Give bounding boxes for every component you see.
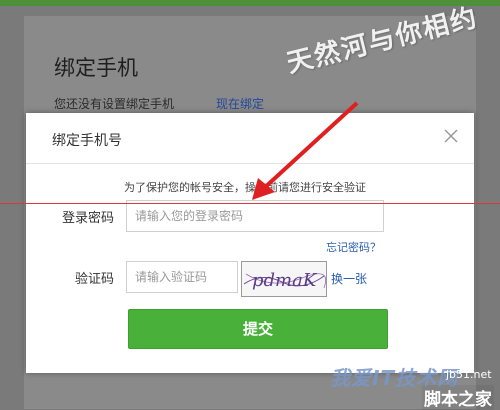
background-title: 绑定手机 xyxy=(54,56,138,80)
password-input[interactable]: 请输入您的登录密码 xyxy=(126,200,384,232)
close-icon[interactable] xyxy=(442,127,460,145)
annotation-red-line xyxy=(0,203,500,204)
security-hint: 为了保护您的帐号安全，操作前请您进行安全验证 xyxy=(124,181,366,194)
refresh-captcha-link[interactable]: 换一张 xyxy=(331,270,367,287)
captcha-input[interactable]: 请输入验证码 xyxy=(126,261,238,293)
top-accent-bar xyxy=(0,0,500,6)
captcha-image[interactable]: pdmaK xyxy=(241,261,327,297)
password-label: 登录密码 xyxy=(61,211,114,226)
captcha-label: 验证码 xyxy=(74,272,114,287)
forgot-password-link[interactable]: 忘记密码？ xyxy=(326,239,381,255)
bind-now-link[interactable]: 现在绑定 xyxy=(216,95,264,112)
background-description: 您还没有设置绑定手机 xyxy=(54,97,175,111)
submit-button[interactable]: 提交 xyxy=(128,309,388,349)
watermark-url: jb51.net xyxy=(446,368,492,381)
dialog-title: 绑定手机号 xyxy=(52,133,122,149)
watermark-site: 脚本之家 xyxy=(422,385,494,410)
dialog-header: 绑定手机号 xyxy=(26,113,474,164)
captcha-text: pdmaK xyxy=(252,270,318,291)
bind-phone-dialog: 绑定手机号 为了保护您的帐号安全，操作前请您进行安全验证 登录密码 请输入您的登… xyxy=(26,113,474,373)
